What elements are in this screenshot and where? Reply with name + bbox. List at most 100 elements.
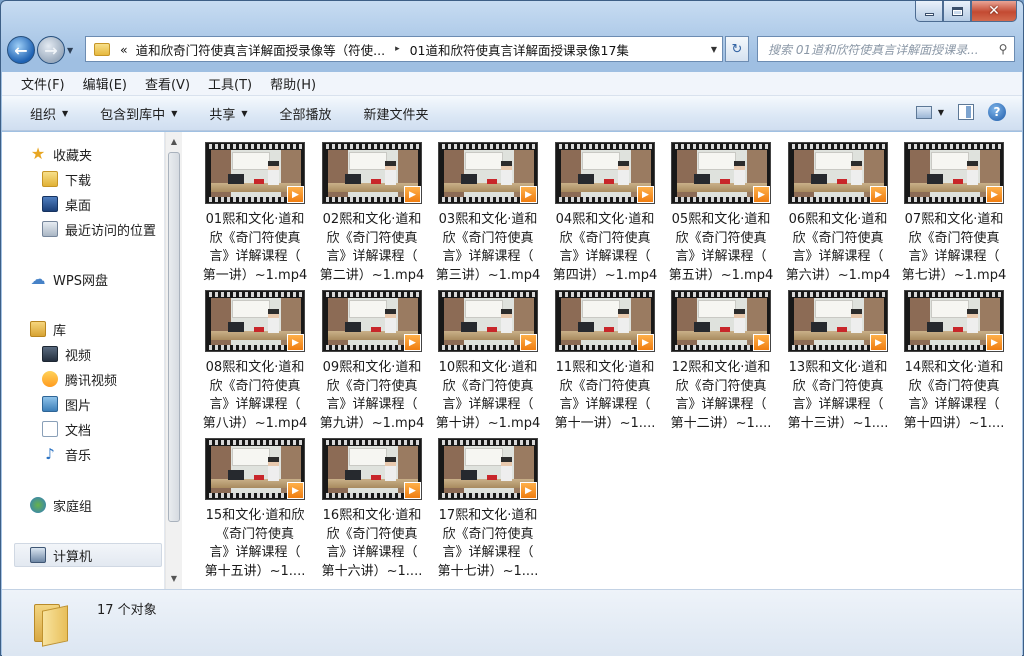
- details-pane: 17 个对象: [2, 589, 1022, 656]
- file-name-line: 第七讲）~1.mp4: [901, 267, 1007, 283]
- play-all-button[interactable]: 全部播放: [264, 104, 348, 123]
- file-name-line: 第十六讲）~1....: [321, 563, 423, 579]
- minimize-icon: [924, 12, 934, 16]
- play-badge-icon: ▶: [870, 186, 887, 203]
- file-name-line: 欣《奇门符使真: [326, 378, 418, 394]
- nav-item-music[interactable]: ♪ 音乐: [42, 443, 91, 465]
- breadcrumb-separator-icon[interactable]: ▸: [389, 44, 406, 54]
- file-item[interactable]: ▶ 01熙和文化·道和 欣《奇门符使真 言》详解课程（ 第一讲）~1.mp4: [202, 140, 308, 283]
- maximize-icon: [951, 6, 963, 16]
- forward-button[interactable]: →: [37, 36, 65, 64]
- file-item[interactable]: ▶ 09熙和文化·道和 欣《奇门符使真 言》详解课程（ 第九讲）~1.mp4: [319, 288, 425, 431]
- refresh-button[interactable]: ↻: [725, 36, 749, 62]
- red-object: [371, 179, 381, 184]
- nav-scrollbar[interactable]: ▲ ▼: [165, 132, 182, 589]
- file-name-line: 欣《奇门符使真: [326, 230, 418, 246]
- breadcrumb-overflow[interactable]: «: [116, 42, 132, 57]
- menu-edit[interactable]: 编辑(E): [74, 74, 136, 93]
- file-item[interactable]: ▶ 17熙和文化·道和 欣《奇门符使真 言》详解课程（ 第十七讲）~1....: [435, 436, 541, 579]
- red-object: [487, 327, 497, 332]
- whiteboard: [815, 300, 853, 318]
- file-name-line: 欣《奇门符使真: [559, 378, 651, 394]
- share-button[interactable]: 共享 ▼: [193, 104, 263, 123]
- menu-file[interactable]: 文件(F): [12, 74, 74, 93]
- file-item[interactable]: ▶ 16熙和文化·道和 欣《奇门符使真 言》详解课程（ 第十六讲）~1....: [319, 436, 425, 579]
- file-item[interactable]: ▶ 08熙和文化·道和 欣《奇门符使真 言》详解课程（ 第八讲）~1.mp4: [202, 288, 308, 431]
- file-item[interactable]: ▶ 04熙和文化·道和 欣《奇门符使真 言》详解课程（ 第四讲）~1.mp4: [552, 140, 658, 283]
- scrollbar-thumb[interactable]: [168, 152, 180, 522]
- nav-item-wps[interactable]: ☁ WPS网盘: [30, 268, 108, 290]
- nav-item-recent[interactable]: 最近访问的位置: [42, 218, 156, 240]
- nav-item-downloads[interactable]: 下载: [42, 168, 91, 190]
- file-name-line: 言》详解课程（: [559, 397, 651, 412]
- nav-item-videos[interactable]: 视频: [42, 343, 91, 365]
- nav-item-libraries[interactable]: 库: [30, 318, 66, 340]
- file-name-line: 14熙和文化·道和: [904, 360, 1004, 375]
- laptop: [694, 174, 710, 184]
- file-item[interactable]: ▶ 03熙和文化·道和 欣《奇门符使真 言》详解课程（ 第三讲）~1.mp4: [435, 140, 541, 283]
- recent-pages-dropdown[interactable]: ▼: [67, 46, 79, 55]
- address-dropdown-icon[interactable]: ▼: [706, 45, 722, 54]
- file-name-line: 06熙和文化·道和: [788, 212, 888, 227]
- video-thumbnail: ▶: [438, 438, 538, 500]
- file-item[interactable]: ▶ 12熙和文化·道和 欣《奇门符使真 言》详解课程（ 第十二讲）~1....: [668, 288, 774, 431]
- whiteboard: [582, 152, 620, 170]
- play-badge-icon: ▶: [753, 334, 770, 351]
- nav-documents-label: 文档: [65, 423, 92, 439]
- include-in-library-button[interactable]: 包含到库中 ▼: [84, 104, 193, 123]
- scroll-up-icon[interactable]: ▲: [166, 134, 182, 150]
- nav-item-tencent-video[interactable]: 腾讯视频: [42, 368, 117, 390]
- file-item[interactable]: ▶ 06熙和文化·道和 欣《奇门符使真 言》详解课程（ 第六讲）~1.mp4: [785, 140, 891, 283]
- change-view-button[interactable]: ▼: [915, 105, 944, 119]
- file-item[interactable]: ▶ 13熙和文化·道和 欣《奇门符使真 言》详解课程（ 第十三讲）~1....: [785, 288, 891, 431]
- menu-help[interactable]: 帮助(H): [261, 74, 325, 93]
- documents-icon: [42, 421, 58, 437]
- file-name: 13熙和文化·道和 欣《奇门符使真 言》详解课程（ 第十三讲）~1....: [779, 359, 897, 433]
- presenter: [618, 161, 629, 185]
- file-item[interactable]: ▶ 05熙和文化·道和 欣《奇门符使真 言》详解课程（ 第五讲）~1.mp4: [668, 140, 774, 283]
- file-item[interactable]: ▶ 11熙和文化·道和 欣《奇门符使真 言》详解课程（ 第十一讲）~1....: [552, 288, 658, 431]
- nav-item-computer[interactable]: 计算机: [30, 544, 92, 566]
- file-name-line: 第十讲）~1.mp4: [435, 415, 541, 431]
- item-count: 17 个对象: [97, 603, 157, 618]
- nav-item-pictures[interactable]: 图片: [42, 393, 91, 415]
- file-name-line: 欣《奇门符使真: [442, 230, 534, 246]
- film-strip-edge: [439, 440, 537, 445]
- nav-item-homegroup[interactable]: 家庭组: [30, 494, 92, 516]
- organize-button[interactable]: 组织 ▼: [2, 104, 84, 123]
- file-item[interactable]: ▶ 02熙和文化·道和 欣《奇门符使真 言》详解课程（ 第二讲）~1.mp4: [319, 140, 425, 283]
- file-name-line: 欣《奇门符使真: [908, 378, 1000, 394]
- menu-bar: 文件(F) 编辑(E) 查看(V) 工具(T) 帮助(H): [2, 72, 1022, 96]
- help-icon[interactable]: ?: [988, 103, 1006, 121]
- close-button[interactable]: ✕: [971, 1, 1017, 22]
- laptop: [228, 174, 244, 184]
- cloud-icon: ☁: [30, 270, 46, 288]
- file-name-line: 言》详解课程（: [209, 545, 301, 560]
- back-button[interactable]: ←: [7, 36, 35, 64]
- file-name-line: 第十三讲）~1....: [787, 415, 889, 431]
- menu-tools[interactable]: 工具(T): [199, 74, 261, 93]
- file-item[interactable]: ▶ 15和文化·道和欣 《奇门符使真 言》详解课程（ 第十五讲）~1....: [202, 436, 308, 579]
- nav-item-favorites[interactable]: ★ 收藏夹: [30, 143, 92, 165]
- file-item[interactable]: ▶ 10熙和文化·道和 欣《奇门符使真 言》详解课程（ 第十讲）~1.mp4: [435, 288, 541, 431]
- presenter: [501, 457, 512, 481]
- file-name-line: 第十五讲）~1....: [204, 563, 306, 579]
- address-bar[interactable]: « 道和欣奇门符使真言详解面授录像等（符使... ▸ 01道和欣符使真言详解面授…: [85, 36, 723, 62]
- preview-pane-icon[interactable]: [958, 104, 974, 120]
- search-input[interactable]: 搜索 01道和欣符使真言详解面授课录... ⚲: [757, 36, 1015, 62]
- breadcrumb-current[interactable]: 01道和欣符使真言详解面授课录像17集: [406, 40, 633, 59]
- file-item[interactable]: ▶ 14熙和文化·道和 欣《奇门符使真 言》详解课程（ 第十四讲）~1....: [901, 288, 1007, 431]
- nav-item-desktop[interactable]: 桌面: [42, 193, 91, 215]
- scroll-down-icon[interactable]: ▼: [166, 571, 182, 587]
- new-folder-button[interactable]: 新建文件夹: [348, 104, 445, 123]
- menu-view[interactable]: 查看(V): [136, 74, 199, 93]
- search-icon[interactable]: ⚲: [992, 42, 1014, 56]
- minimize-button[interactable]: [915, 1, 943, 22]
- presenter: [501, 309, 512, 333]
- nav-item-documents[interactable]: 文档: [42, 418, 91, 440]
- nav-computer-label: 计算机: [53, 549, 93, 565]
- file-name: 04熙和文化·道和 欣《奇门符使真 言》详解课程（ 第四讲）~1.mp4: [546, 211, 664, 285]
- file-item[interactable]: ▶ 07熙和文化·道和 欣《奇门符使真 言》详解课程（ 第七讲）~1.mp4: [901, 140, 1007, 283]
- breadcrumb-parent[interactable]: 道和欣奇门符使真言详解面授录像等（符使...: [132, 40, 389, 59]
- maximize-button[interactable]: [943, 1, 971, 22]
